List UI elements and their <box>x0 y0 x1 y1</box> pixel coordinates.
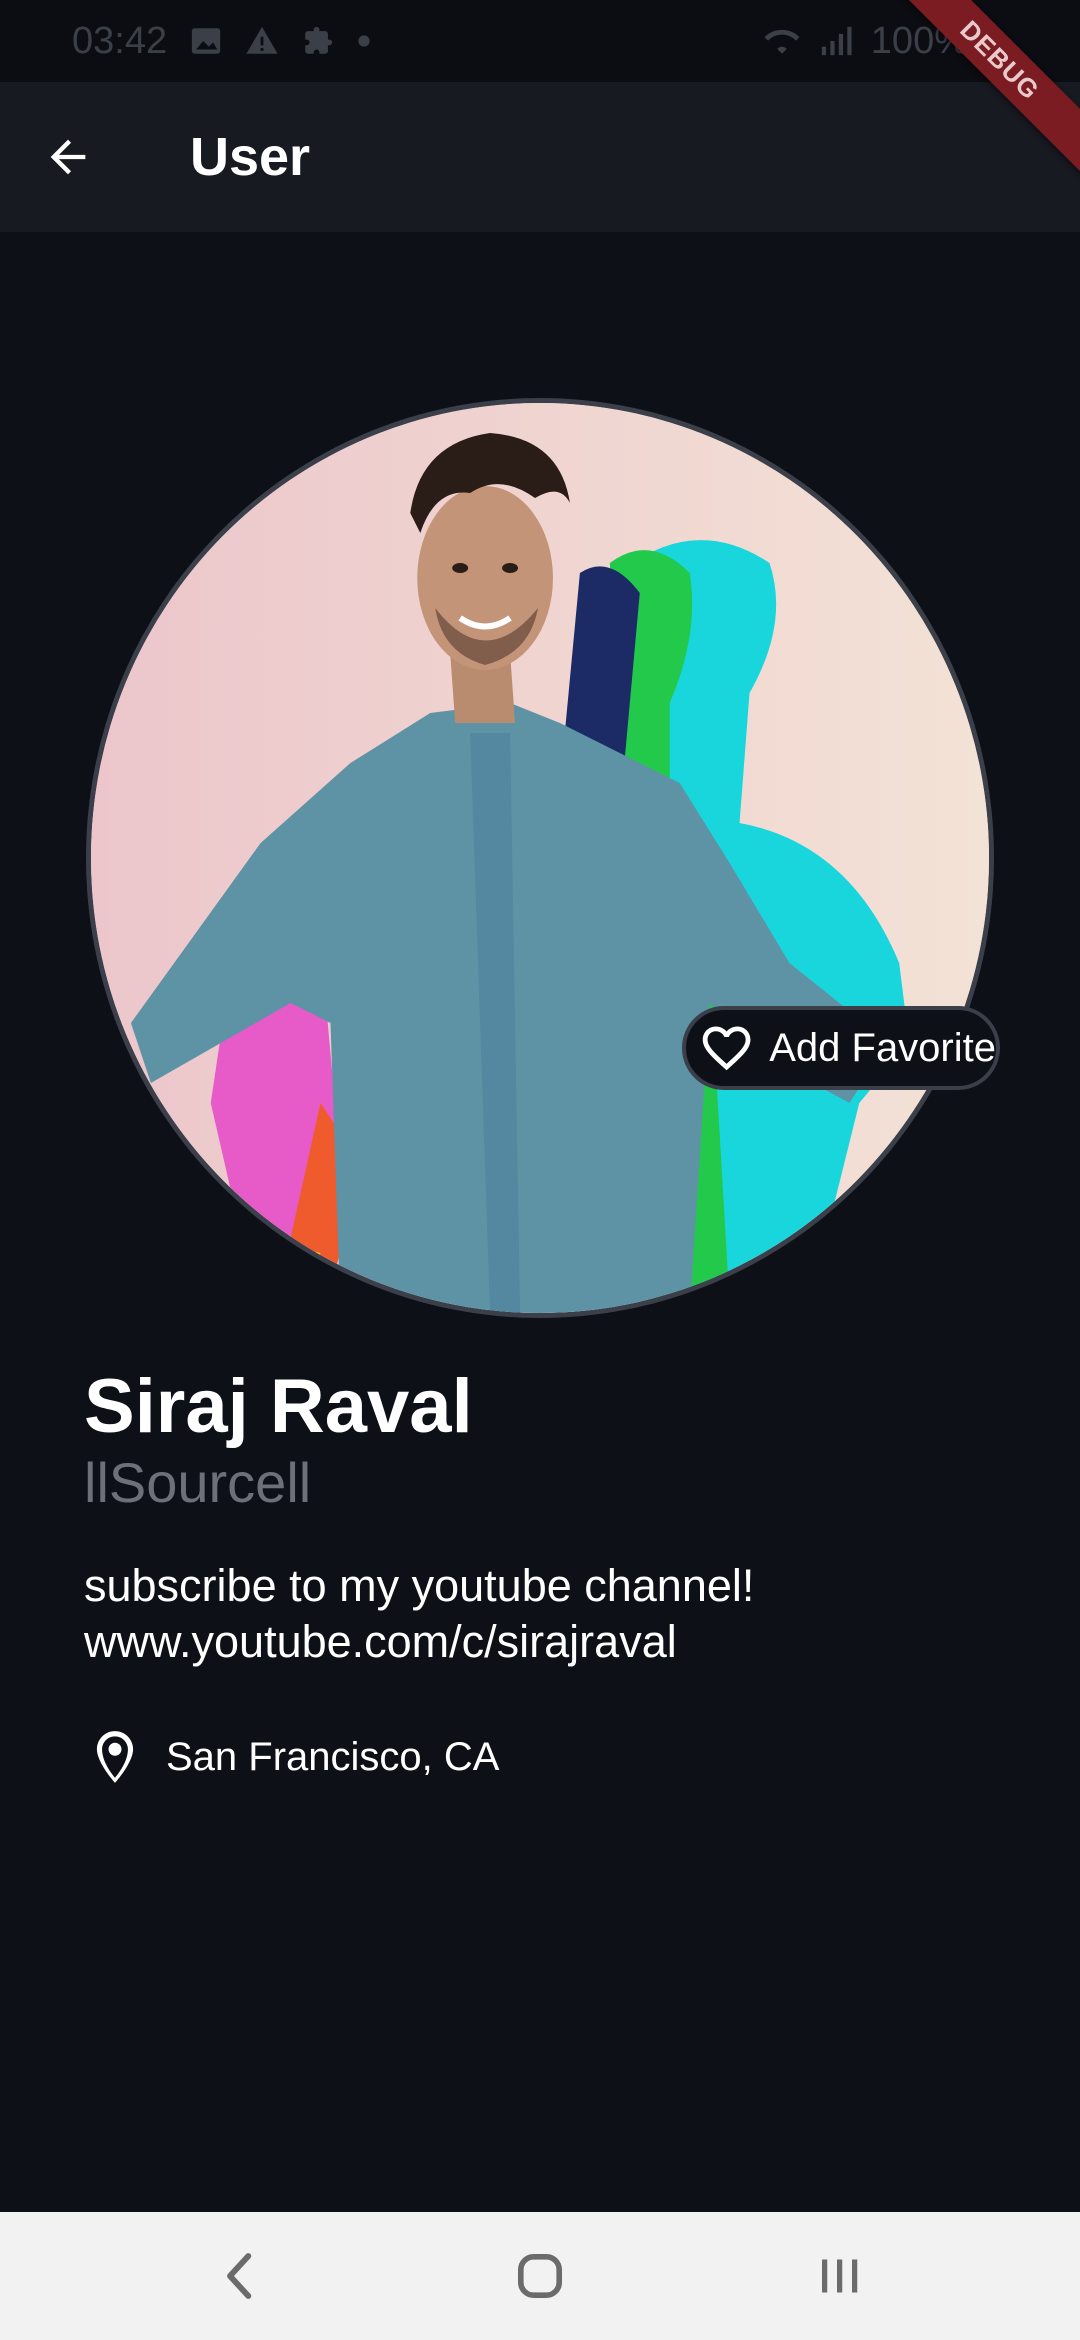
nav-home-button[interactable] <box>510 2246 570 2306</box>
map-pin-icon <box>96 1731 134 1783</box>
status-left: 03:42 <box>72 20 371 63</box>
system-nav-bar <box>0 2212 1080 2340</box>
avatar <box>86 398 994 1318</box>
user-handle: llSourcell <box>84 1451 312 1514</box>
heart-outline-icon <box>702 1026 751 1071</box>
bio-line: www.youtube.com/c/sirajraval <box>84 1616 677 1667</box>
status-time: 03:42 <box>72 19 168 62</box>
nav-back-button[interactable] <box>210 2246 270 2306</box>
nav-recents-icon <box>822 2259 858 2293</box>
user-location: San Francisco, CA <box>84 1726 499 1788</box>
signal-icon <box>819 24 853 58</box>
puzzle-icon <box>301 24 335 58</box>
avatar-photo <box>91 403 989 1313</box>
add-favorite-button[interactable]: Add Favorite <box>682 1006 1000 1090</box>
bio-line: subscribe to my youtube channel! <box>84 1560 755 1611</box>
nav-back-icon <box>227 2253 252 2299</box>
nav-recents-button[interactable] <box>810 2246 870 2306</box>
user-bio: subscribe to my youtube channel! www.you… <box>84 1558 984 1670</box>
status-bar: 03:42 100% <box>0 0 1080 82</box>
warning-icon <box>245 24 279 58</box>
page-title: User <box>190 127 311 187</box>
add-favorite-label: Add Favorite <box>769 1025 996 1070</box>
screen: 03:42 100% User DEBUG Add Favorite Siraj… <box>0 0 1080 2340</box>
app-bar: User <box>0 82 1080 232</box>
user-name: Siraj Raval <box>84 1364 473 1449</box>
image-icon <box>189 24 223 58</box>
arrow-left-icon <box>50 139 86 175</box>
dot-icon <box>357 34 371 48</box>
back-button[interactable] <box>30 119 106 195</box>
wifi-icon <box>763 24 801 58</box>
nav-home-icon <box>518 2254 562 2298</box>
location-text: San Francisco, CA <box>166 1734 500 1779</box>
avatar-section: Add Favorite <box>86 398 1000 1318</box>
